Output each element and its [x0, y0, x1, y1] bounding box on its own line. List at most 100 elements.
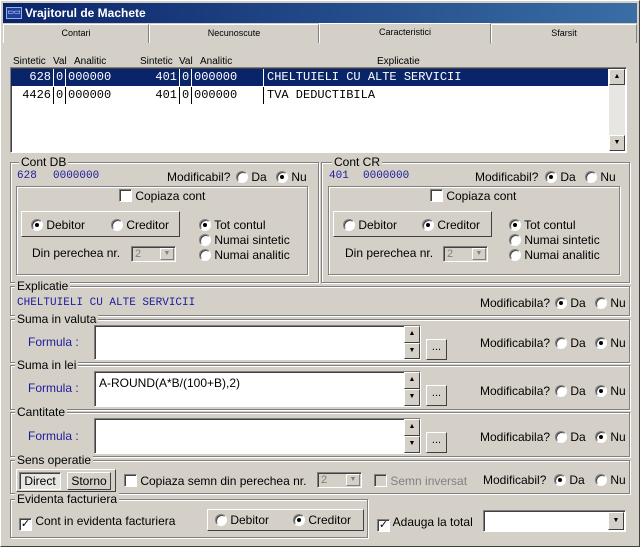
tab-strip: Contari Necunoscute Caracteristici Sfars… — [3, 23, 637, 44]
radio-icon — [555, 431, 567, 443]
scroll-up-icon[interactable]: ▲ — [404, 419, 420, 436]
sens-pereche-select[interactable]: 2 ▼ — [317, 472, 362, 488]
tab-necunoscute[interactable]: Necunoscute — [149, 24, 319, 43]
suma-valuta-modificabila-label: Modificabila? — [480, 336, 551, 350]
scroll-down-icon[interactable]: ▼ — [404, 389, 420, 406]
tab-caracteristici[interactable]: Caracteristici — [319, 23, 491, 44]
cont-db-tot-contul-radio[interactable]: Tot contul — [199, 218, 266, 232]
tab-sfarsit[interactable]: Sfarsit — [491, 24, 637, 43]
radio-checked-icon — [554, 474, 566, 486]
header-analitic-cr[interactable]: Analitic — [200, 56, 232, 67]
header-sintetic-cr[interactable]: Sintetic — [140, 56, 173, 67]
radio-checked-icon — [509, 219, 521, 231]
cont-db-numai-sintetic-radio[interactable]: Numai sintetic — [199, 233, 290, 247]
suma-valuta-label: Suma in valuta — [15, 312, 99, 326]
title-bar[interactable]: ▭▭ Vrajitorul de Machete — [3, 3, 637, 23]
radio-checked-icon — [545, 171, 557, 183]
cont-cr-numai-analitic-radio[interactable]: Numai analitic — [509, 248, 600, 262]
checkbox-icon — [124, 474, 137, 487]
suma-valuta-browse-button[interactable]: ... — [426, 339, 447, 360]
cont-db-din-perechea-label: Din perechea nr. — [32, 246, 121, 260]
suma-valuta-da-radio[interactable]: Da — [555, 336, 586, 350]
header-sintetic-db[interactable]: Sintetic — [13, 56, 46, 67]
radio-checked-icon — [555, 297, 567, 309]
chevron-down-icon[interactable]: ▼ — [608, 512, 624, 530]
cont-db-creditor-radio[interactable]: Creditor — [111, 218, 169, 232]
checkmark-icon: ✓ — [377, 519, 390, 532]
suma-valuta-formula-input[interactable]: ▲ ▼ — [94, 325, 421, 360]
cantitate-formula-input[interactable]: ▲ ▼ — [94, 418, 421, 454]
explicatie-label: Explicatie — [15, 279, 71, 293]
cont-cr-pereche-select[interactable]: 2 ▼ — [443, 246, 488, 262]
table-row[interactable]: 4426 0 000000 401 0 000000 TVA DEDUCTIBI… — [11, 87, 608, 104]
scroll-down-icon[interactable]: ▼ — [609, 135, 625, 151]
cont-db-numai-analitic-radio[interactable]: Numai analitic — [199, 248, 290, 262]
tab-contari[interactable]: Contari — [3, 24, 149, 43]
radio-checked-icon — [595, 431, 607, 443]
cont-in-evidenta-checkbox[interactable]: ✓ Cont in evidenta facturiera — [19, 514, 175, 531]
cont-cr-modificabil-label: Modificabil? — [475, 170, 539, 184]
wizard-window: ▭▭ Vrajitorul de Machete Contari Necunos… — [0, 0, 640, 547]
suma-valuta-nu-radio[interactable]: Nu — [595, 336, 626, 350]
cont-cr-tot-contul-radio[interactable]: Tot contul — [509, 218, 576, 232]
suma-lei-browse-button[interactable]: ... — [426, 385, 447, 406]
header-explicatie[interactable]: Explicatie — [377, 56, 420, 67]
scroll-down-icon[interactable]: ▼ — [404, 436, 420, 453]
total-select[interactable]: ▼ — [483, 510, 626, 532]
radio-icon — [199, 249, 211, 261]
cont-db-nu-radio[interactable]: Nu — [276, 170, 307, 184]
suma-lei-label: Suma in lei — [15, 358, 79, 372]
explicatie-da-radio[interactable]: Da — [555, 296, 586, 310]
suma-lei-modificabila-label: Modificabila? — [480, 384, 551, 398]
cont-cr-copiaza-cont-checkbox[interactable]: Copiaza cont — [428, 189, 519, 203]
direct-button[interactable]: Direct — [19, 472, 61, 490]
scroll-up-icon[interactable]: ▲ — [404, 326, 420, 343]
cont-db-pereche-select[interactable]: 2 ▼ — [131, 246, 176, 262]
header-val-db[interactable]: Val — [53, 56, 67, 67]
evidenta-creditor-radio[interactable]: Creditor — [293, 513, 351, 527]
scroll-down-icon[interactable]: ▼ — [404, 343, 420, 359]
adauga-la-total-checkbox[interactable]: ✓ Adauga la total — [377, 515, 473, 532]
radio-icon — [555, 337, 567, 349]
radio-icon — [509, 249, 521, 261]
radio-icon — [199, 234, 211, 246]
cont-cr-da-radio[interactable]: Da — [545, 170, 576, 184]
scroll-up-icon[interactable]: ▲ — [609, 69, 625, 85]
semn-inversat-checkbox[interactable]: Semn inversat — [374, 474, 467, 488]
suma-lei-formula-input[interactable]: A-ROUND(A*B/(100+B),2) ▲ ▼ — [94, 371, 421, 407]
scroll-up-icon[interactable]: ▲ — [404, 372, 420, 389]
checkbox-icon — [430, 189, 443, 202]
header-val-cr[interactable]: Val — [179, 56, 193, 67]
cont-cr-nu-radio[interactable]: Nu — [585, 170, 616, 184]
app-icon: ▭▭ — [6, 7, 22, 19]
radio-icon — [595, 297, 607, 309]
cont-cr-numai-sintetic-radio[interactable]: Numai sintetic — [509, 233, 600, 247]
cont-db-copiaza-cont-checkbox[interactable]: Copiaza cont — [117, 189, 208, 203]
cont-db-da-radio[interactable]: Da — [236, 170, 267, 184]
chevron-down-icon: ▼ — [472, 248, 486, 260]
cantitate-browse-button[interactable]: ... — [426, 432, 447, 453]
grid-scrollbar[interactable]: ▲ ▼ — [609, 69, 625, 151]
radio-icon — [555, 385, 567, 397]
cantitate-formula-label: Formula : — [28, 429, 79, 443]
cont-db-debitor-radio[interactable]: Debitor — [31, 218, 85, 232]
radio-icon — [509, 234, 521, 246]
cantitate-da-radio[interactable]: Da — [555, 430, 586, 444]
storno-button[interactable]: Storno — [67, 472, 111, 490]
suma-lei-formula-label: Formula : — [28, 381, 79, 395]
cont-cr-label: Cont CR — [332, 155, 383, 169]
cantitate-nu-radio[interactable]: Nu — [595, 430, 626, 444]
evidenta-debitor-radio[interactable]: Debitor — [215, 513, 269, 527]
explicatie-nu-radio[interactable]: Nu — [595, 296, 626, 310]
table-row[interactable]: 628 0 000000 401 0 000000 CHELTUIELI CU … — [11, 69, 608, 86]
suma-lei-nu-radio[interactable]: Nu — [595, 384, 626, 398]
header-analitic-db[interactable]: Analitic — [74, 56, 106, 67]
cont-cr-creditor-radio[interactable]: Creditor — [422, 218, 480, 232]
suma-lei-da-radio[interactable]: Da — [555, 384, 586, 398]
sens-modificabil-label: Modificabil? — [483, 473, 547, 487]
cont-cr-debitor-radio[interactable]: Debitor — [343, 218, 397, 232]
sens-da-radio[interactable]: Da — [554, 473, 585, 487]
sens-nu-radio[interactable]: Nu — [595, 473, 626, 487]
checkbox-icon — [119, 189, 132, 202]
copiaza-semn-checkbox[interactable]: Copiaza semn din perechea nr. — [124, 474, 306, 488]
